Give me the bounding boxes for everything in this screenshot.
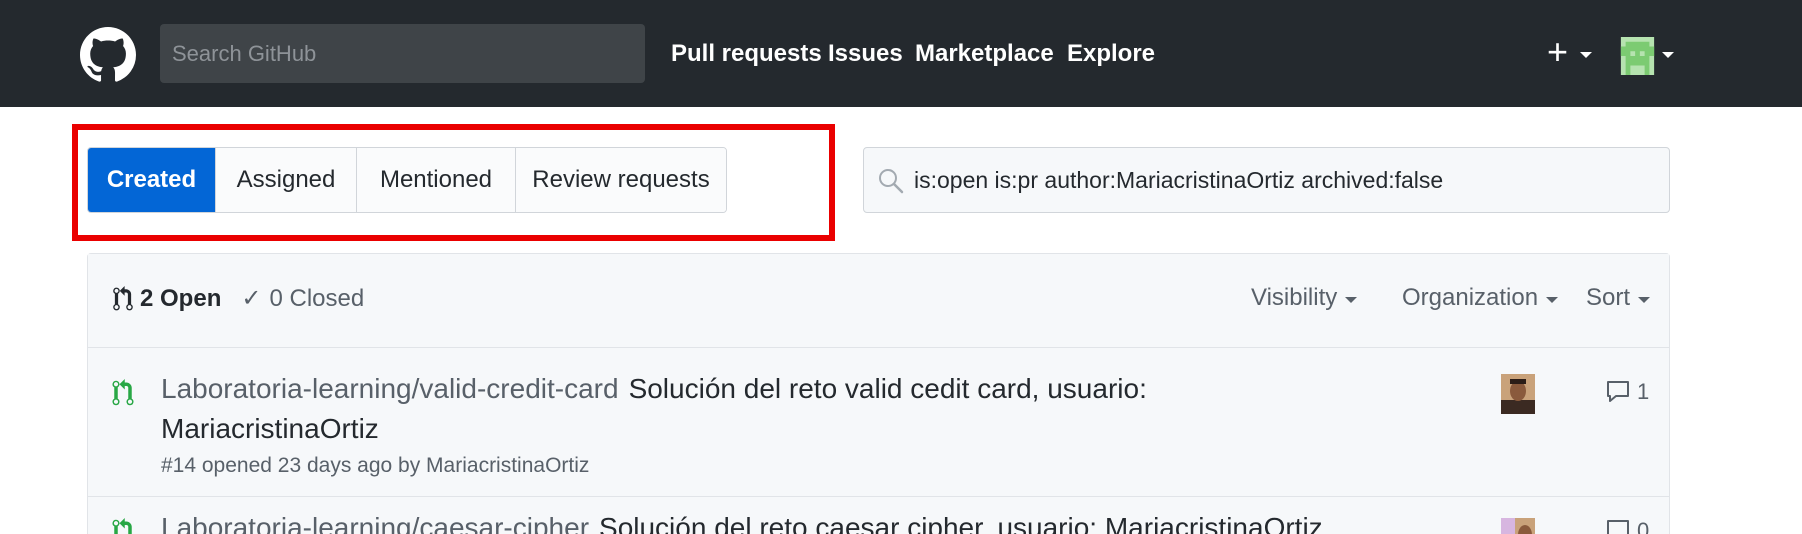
comment-icon	[1607, 381, 1629, 402]
avatar-icon[interactable]	[1620, 37, 1655, 75]
check-icon: ✓	[241, 285, 262, 312]
top-header: Pull requests Issues Marketplace Explore…	[0, 0, 1802, 107]
sort-label: Sort	[1586, 284, 1631, 311]
chevron-down-icon	[1580, 52, 1592, 58]
github-logo-icon[interactable]	[80, 27, 136, 83]
comment-count: 1	[1637, 379, 1650, 404]
comment-count: 0	[1637, 518, 1650, 534]
comments-link[interactable]: 0	[1605, 518, 1649, 534]
filter-query-text[interactable]: is:open is:pr author:MariacristinaOrtiz …	[914, 148, 1443, 212]
pull-request-title: Laboratoria-learning/caesar-cipher Soluci…	[161, 508, 1361, 534]
chevron-down-icon	[1546, 297, 1559, 303]
filter-search-field[interactable]: is:open is:pr author:MariacristinaOrtiz …	[863, 147, 1670, 213]
avatar[interactable]	[1501, 374, 1535, 414]
search-input[interactable]	[160, 24, 645, 83]
open-pull-request-icon	[112, 379, 134, 406]
comment-icon	[1607, 520, 1629, 534]
pull-request-list: 2 Open ✓ 0 Closed Visibility Organizatio…	[87, 253, 1670, 534]
list-item: Laboratoria-learning/caesar-cipher Soluci…	[88, 498, 1669, 534]
repo-link[interactable]: Laboratoria-learning/caesar-cipher	[161, 512, 589, 534]
subnav-tabs: Created Assigned Mentioned Review reques…	[87, 147, 727, 213]
repo-link[interactable]: Laboratoria-learning/valid-credit-card	[161, 373, 619, 404]
sort-dropdown[interactable]: Sort	[1586, 284, 1651, 312]
comments-link[interactable]: 1	[1605, 379, 1649, 405]
pull-request-icon	[113, 285, 133, 310]
tab-mentioned[interactable]: Mentioned	[357, 148, 516, 212]
pull-request-meta: #14 opened 23 days ago by MariacristinaO…	[161, 454, 590, 477]
chevron-down-icon	[1345, 297, 1358, 303]
visibility-label: Visibility	[1251, 284, 1338, 311]
closed-count-link[interactable]: 0 Closed	[269, 285, 364, 313]
nav-explore[interactable]: Explore	[1067, 40, 1155, 68]
open-pull-request-icon	[112, 518, 132, 534]
state-filters: 2 Open ✓ 0 Closed	[112, 284, 364, 313]
nav-marketplace[interactable]: Marketplace	[915, 40, 1054, 68]
organization-label: Organization	[1402, 284, 1539, 311]
chevron-down-icon	[1662, 52, 1674, 58]
tab-review-requests[interactable]: Review requests	[516, 148, 726, 212]
visibility-dropdown[interactable]: Visibility	[1251, 284, 1358, 312]
nav-pull-requests[interactable]: Pull requests	[671, 40, 822, 68]
plus-icon[interactable]: +	[1547, 32, 1568, 72]
list-item: Laboratoria-learning/valid-credit-card So…	[88, 349, 1669, 497]
organization-dropdown[interactable]: Organization	[1402, 284, 1559, 312]
search-icon	[879, 169, 904, 194]
pull-request-link[interactable]: Solución del reto caesar cipher, usuario…	[599, 512, 1323, 534]
chevron-down-icon	[1638, 297, 1651, 303]
tab-assigned[interactable]: Assigned	[216, 148, 357, 212]
list-header: 2 Open ✓ 0 Closed Visibility Organizatio…	[88, 254, 1669, 348]
pull-request-title: Laboratoria-learning/valid-credit-card So…	[161, 369, 1161, 449]
open-count-link[interactable]: 2 Open	[140, 285, 221, 313]
avatar[interactable]	[1501, 518, 1535, 534]
tab-created[interactable]: Created	[88, 148, 216, 212]
nav-issues[interactable]: Issues	[828, 40, 903, 68]
